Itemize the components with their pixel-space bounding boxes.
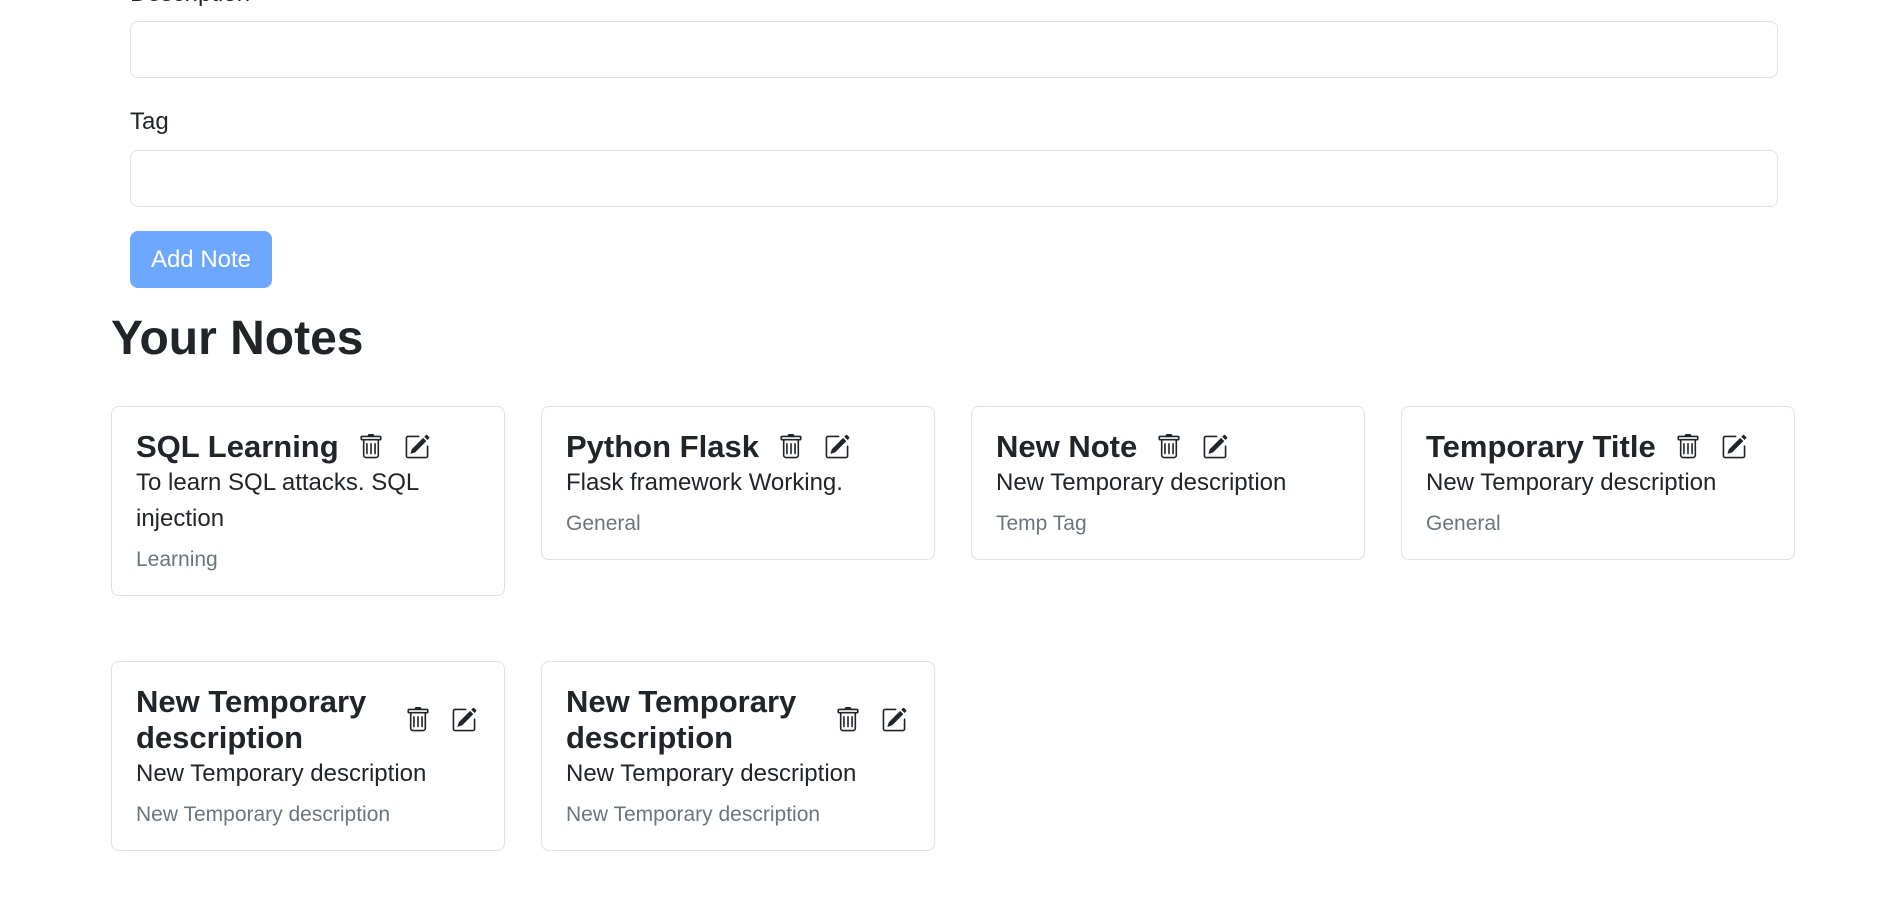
pencil-square-icon[interactable] xyxy=(880,705,908,735)
trash-icon[interactable] xyxy=(1674,432,1702,462)
note-card-header: New Temporary description xyxy=(136,684,480,756)
trash-icon[interactable] xyxy=(777,432,805,462)
trash-icon[interactable] xyxy=(834,705,862,735)
pencil-square-icon[interactable] xyxy=(1201,432,1229,462)
pencil-square-icon[interactable] xyxy=(403,432,431,462)
trash-icon[interactable] xyxy=(357,432,385,462)
note-description: Flask framework Working. xyxy=(566,469,843,496)
note-card-header: New Note xyxy=(996,429,1340,465)
note-card: Temporary Title New Temporary descriptio… xyxy=(1401,406,1795,560)
description-label: Description xyxy=(130,0,250,8)
note-title: SQL Learning xyxy=(136,429,339,464)
note-description: New Temporary description xyxy=(566,760,857,787)
note-title: New Note xyxy=(996,429,1138,464)
note-description: New Temporary description xyxy=(1426,469,1717,496)
trash-icon[interactable] xyxy=(404,705,432,735)
note-description: New Temporary description xyxy=(136,760,427,787)
note-card-header: New Temporary description xyxy=(566,684,910,756)
note-description: To learn SQL attacks. SQL injection xyxy=(136,469,419,532)
note-card: Python Flask Flask framework Working. Ge… xyxy=(541,406,935,560)
trash-icon[interactable] xyxy=(1155,432,1183,462)
tag-input[interactable] xyxy=(130,150,1778,207)
note-tag: General xyxy=(566,512,641,535)
note-card: New Note New Temporary description Temp … xyxy=(971,406,1365,560)
notes-section-title: Your Notes xyxy=(111,312,364,365)
note-card-header: Python Flask xyxy=(566,429,910,465)
note-card: New Temporary description New Temporary … xyxy=(111,661,505,851)
description-input[interactable] xyxy=(130,21,1778,78)
pencil-square-icon[interactable] xyxy=(823,432,851,462)
note-tag: Learning xyxy=(136,548,218,571)
add-note-button[interactable]: Add Note xyxy=(130,231,272,288)
note-tag: General xyxy=(1426,512,1501,535)
note-title: Python Flask xyxy=(566,429,759,464)
note-title: Temporary Title xyxy=(1426,429,1656,464)
note-card: New Temporary description New Temporary … xyxy=(541,661,935,851)
pencil-square-icon[interactable] xyxy=(450,705,478,735)
note-tag: New Temporary description xyxy=(566,803,821,826)
note-card-header: SQL Learning xyxy=(136,429,480,465)
note-card-header: Temporary Title xyxy=(1426,429,1770,465)
page: Description Tag Add Note Your Notes SQL … xyxy=(0,0,1893,907)
note-title: New Temporary description xyxy=(136,684,367,755)
tag-label: Tag xyxy=(130,108,169,135)
note-description: New Temporary description xyxy=(996,469,1287,496)
note-card: SQL Learning To learn SQL attacks. SQL i… xyxy=(111,406,505,596)
pencil-square-icon[interactable] xyxy=(1720,432,1748,462)
note-tag: Temp Tag xyxy=(996,512,1087,535)
note-tag: New Temporary description xyxy=(136,803,391,826)
note-title: New Temporary description xyxy=(566,684,797,755)
